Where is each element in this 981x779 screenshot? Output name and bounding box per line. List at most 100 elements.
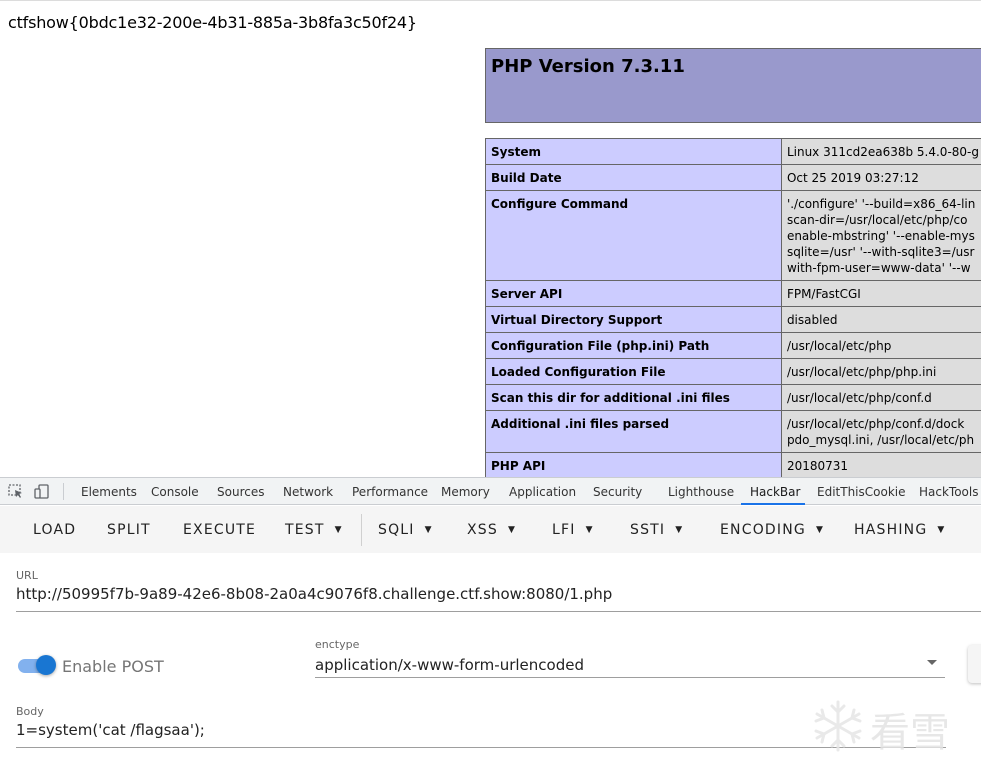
tab-separator (63, 483, 64, 500)
chevron-down-icon[interactable] (927, 660, 937, 665)
button-label: LFI (552, 522, 576, 538)
sqli-button[interactable]: SQLI ▼ (378, 522, 432, 538)
phpinfo-value-line: './configure' '--build=x86_64-lin (786, 197, 976, 211)
toolbar-separator (361, 514, 362, 546)
enctype-select[interactable]: application/x-www-form-urlencoded (315, 656, 584, 674)
phpinfo-row: Build Date Oct 25 2019 03:27:12 (485, 164, 981, 191)
caret-down-icon: ▼ (334, 525, 342, 535)
body-input[interactable]: 1=system('cat /flagsaa'); (16, 721, 205, 739)
enctype-underline (315, 677, 945, 678)
button-label: TEST (285, 522, 325, 538)
php-version-title: PHP Version 7.3.11 (491, 56, 685, 77)
encoding-button[interactable]: ENCODING ▼ (720, 522, 823, 538)
active-tab-indicator (741, 503, 805, 505)
phpinfo-value-line: sqlite=/usr' '--with-sqlite3=/usr (786, 245, 975, 259)
button-label: ENCODING (720, 522, 806, 538)
phpinfo-value: /usr/local/etc/php (780, 332, 981, 359)
phpinfo-key: PHP API (485, 452, 782, 479)
phpinfo-key: Configure Command (485, 190, 782, 281)
tab-security[interactable]: Security (593, 485, 642, 499)
button-label: XSS (467, 522, 498, 538)
phpinfo-value-line: /usr/local/etc/php/php.ini (786, 365, 937, 379)
xss-button[interactable]: XSS ▼ (467, 522, 515, 538)
inspect-element-icon[interactable] (8, 484, 24, 499)
url-input[interactable]: http://50995f7b-9a89-42e6-8b08-2a0a4c907… (16, 585, 612, 603)
phpinfo-header: PHP Version 7.3.11 (485, 48, 981, 123)
phpinfo-key: Additional .ini files parsed (485, 410, 782, 453)
tab-editthiscookie[interactable]: EditThisCookie (817, 485, 906, 499)
phpinfo-value-line: with-fpm-user=www-data' '--w (786, 261, 971, 275)
browser-viewport: ctfshow{0bdc1e32-200e-4b31-885a-3b8fa3c5… (0, 0, 981, 779)
phpinfo-value-line: Linux 311cd2ea638b 5.4.0-80-g (786, 145, 979, 159)
flag-text: ctfshow{0bdc1e32-200e-4b31-885a-3b8fa3c5… (8, 13, 417, 32)
phpinfo-row: Configure Command './configure' '--build=… (485, 190, 981, 281)
top-border (0, 0, 981, 1)
snowflake-icon (814, 700, 862, 752)
tab-performance[interactable]: Performance (352, 485, 428, 499)
body-label: Body (16, 705, 44, 718)
split-button[interactable]: SPLIT (107, 522, 151, 538)
phpinfo-row: PHP API 20180731 (485, 452, 981, 479)
tab-application[interactable]: Application (509, 485, 576, 499)
url-label: URL (16, 569, 38, 582)
tab-hackbar[interactable]: HackBar (750, 485, 800, 499)
toggle-knob[interactable] (36, 655, 56, 675)
phpinfo-row: Server API FPM/FastCGI (485, 280, 981, 307)
hackbar-toolbar: LOAD SPLIT EXECUTE TEST ▼ SQLI ▼ XSS ▼ LFI ▼ SSTI ▼ E… (0, 506, 981, 553)
phpinfo-row: System Linux 311cd2ea638b 5.4.0-80-g (485, 138, 981, 165)
ssti-button[interactable]: SSTI ▼ (630, 522, 682, 538)
phpinfo-row: Virtual Directory Support disabled (485, 306, 981, 333)
execute-button[interactable]: EXECUTE (183, 522, 256, 538)
tab-network[interactable]: Network (283, 485, 333, 499)
phpinfo-value: Linux 311cd2ea638b 5.4.0-80-g (780, 138, 981, 165)
phpinfo-value-line: /usr/local/etc/php/conf.d (786, 391, 932, 405)
phpinfo-value-line: pdo_mysql.ini, /usr/local/etc/ph (786, 433, 975, 447)
tab-lighthouse[interactable]: Lighthouse (668, 485, 734, 499)
phpinfo-value: './configure' '--build=x86_64-lin scan-di… (780, 190, 981, 281)
url-underline (16, 611, 981, 612)
button-label: HASHING (854, 522, 928, 538)
tab-memory[interactable]: Memory (441, 485, 490, 499)
phpinfo-value-line: FPM/FastCGI (786, 287, 861, 301)
phpinfo-row: Loaded Configuration File/usr/local/etc/… (485, 358, 981, 385)
test-button[interactable]: TEST ▼ (285, 522, 342, 538)
phpinfo-row: Additional .ini files parsed/usr/local/e… (485, 410, 981, 453)
load-button[interactable]: LOAD (33, 522, 76, 538)
side-button[interactable] (968, 645, 981, 683)
devtools-tabbar: Elements Console Sources Network Performance… (0, 478, 981, 505)
tab-hacktools[interactable]: HackTools (919, 485, 978, 499)
phpinfo-key: Build Date (485, 164, 782, 191)
caret-down-icon: ▼ (424, 525, 432, 535)
phpinfo-value: disabled (780, 306, 981, 333)
watermark-text: 看雪 (870, 710, 950, 756)
phpinfo-key: Loaded Configuration File (485, 358, 782, 385)
caret-down-icon: ▼ (507, 525, 515, 535)
caret-down-icon: ▼ (675, 525, 683, 535)
phpinfo-value: Oct 25 2019 03:27:12 (780, 164, 981, 191)
enctype-label: enctype (315, 638, 360, 651)
phpinfo-key: Configuration File (php.ini) Path (485, 332, 782, 359)
phpinfo-key: System (485, 138, 782, 165)
tab-sources[interactable]: Sources (217, 485, 264, 499)
tab-console[interactable]: Console (151, 485, 199, 499)
phpinfo-row: Scan this dir for additional .ini files /… (485, 384, 981, 411)
hashing-button[interactable]: HASHING ▼ (854, 522, 944, 538)
phpinfo-row: Configuration File (php.ini) Path/usr/lo… (485, 332, 981, 359)
phpinfo-value-line: /usr/local/etc/php (786, 339, 892, 353)
phpinfo-value: /usr/local/etc/php/php.ini (780, 358, 981, 385)
button-label: SQLI (378, 522, 415, 538)
phpinfo-value-line: enable-mbstring' '--enable-mys (786, 229, 975, 243)
phpinfo-key: Scan this dir for additional .ini files (485, 384, 782, 411)
button-label: EXECUTE (183, 522, 257, 538)
phpinfo-value-line: Oct 25 2019 03:27:12 (786, 171, 919, 185)
enable-post-label: Enable POST (62, 657, 164, 676)
phpinfo-key: Virtual Directory Support (485, 306, 782, 333)
tab-elements[interactable]: Elements (81, 485, 137, 499)
phpinfo-value: FPM/FastCGI (780, 280, 981, 307)
phpinfo-value: /usr/local/etc/php/conf.d (780, 384, 981, 411)
button-label: SPLIT (107, 522, 151, 538)
caret-down-icon: ▼ (585, 525, 593, 535)
phpinfo-value-line: /usr/local/etc/php/conf.d/dock (786, 417, 965, 431)
lfi-button[interactable]: LFI ▼ (552, 522, 593, 538)
device-toggle-icon[interactable] (34, 484, 50, 499)
